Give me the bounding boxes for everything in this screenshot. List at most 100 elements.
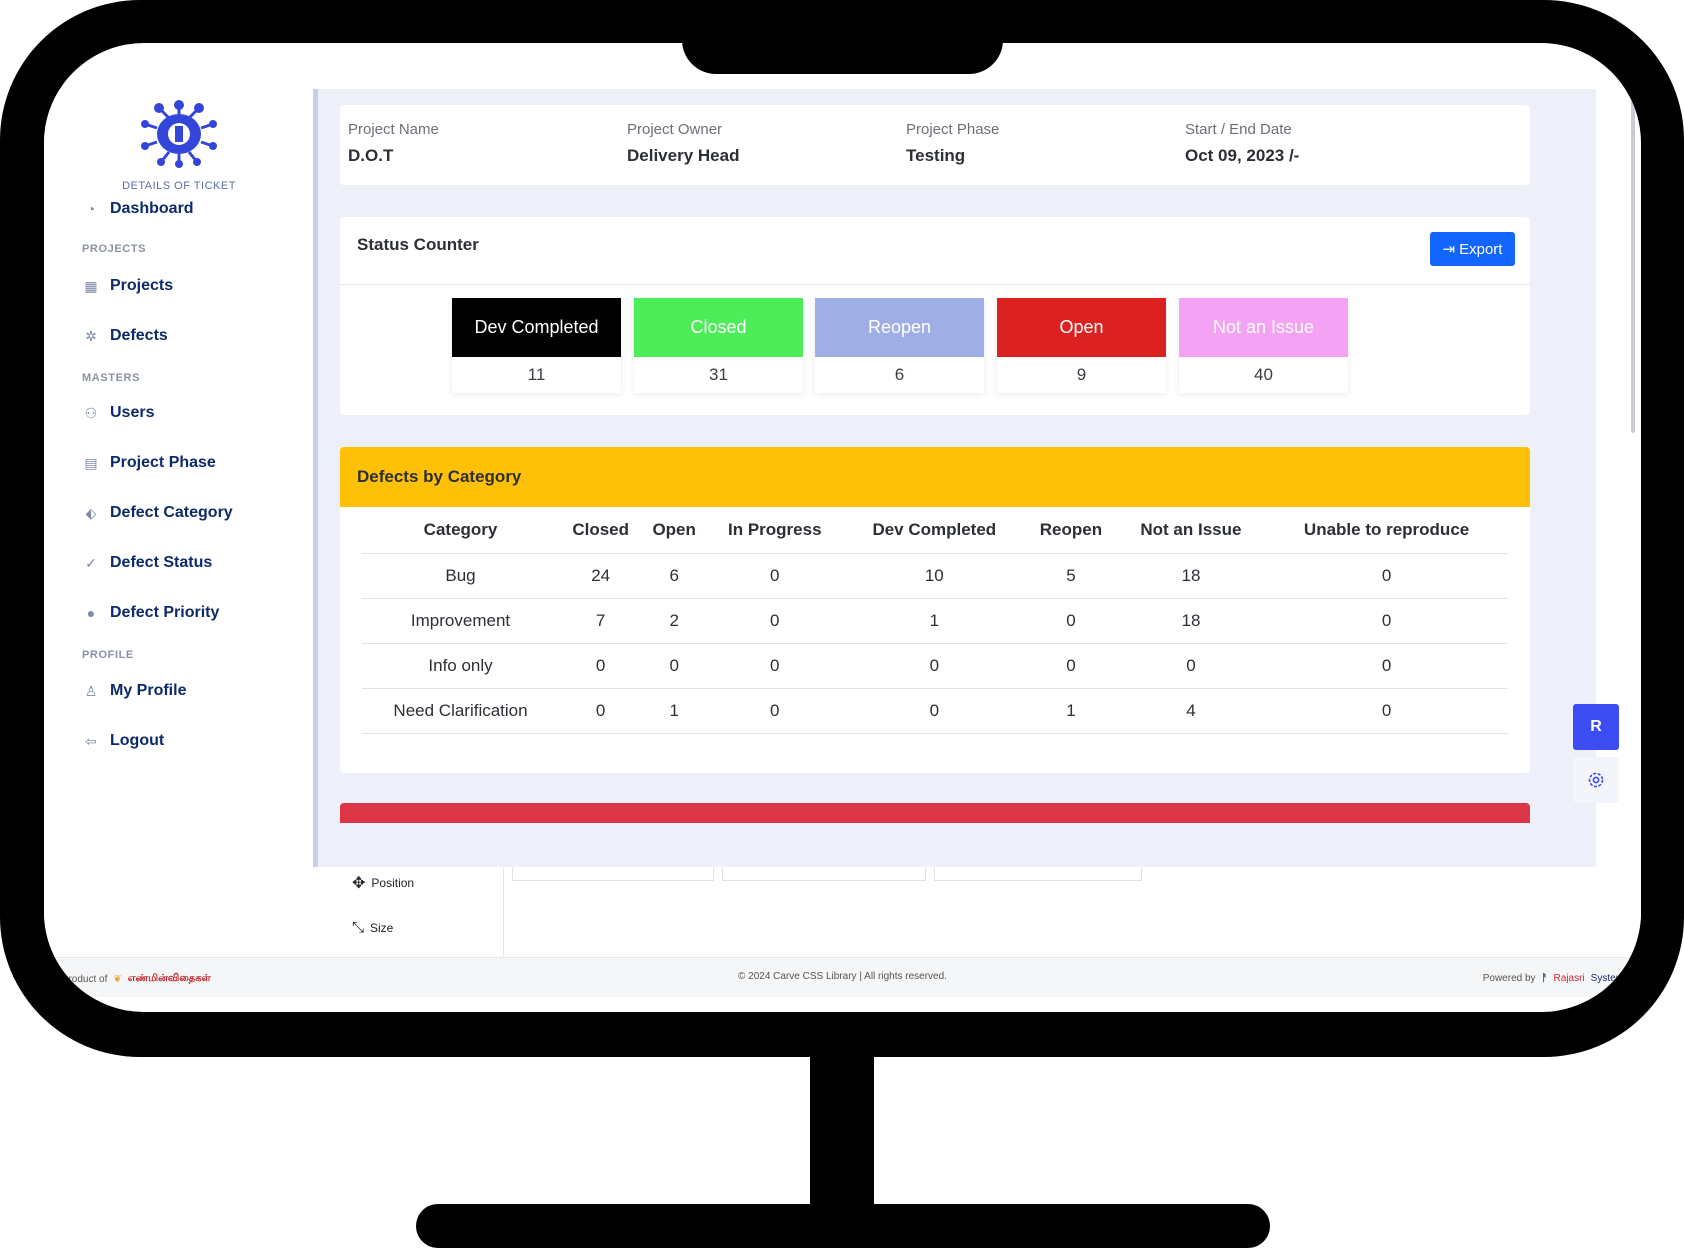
sidebar-item-defect-status[interactable]: ✓ Defect Status: [82, 554, 212, 572]
footer: A product of ❦ எண்மின்விதைகள் © 2024 Car…: [44, 957, 1641, 997]
table-cell: 5: [1025, 553, 1117, 599]
table-cell: 2: [642, 598, 707, 644]
table-cell: Info only: [362, 643, 560, 689]
position-option[interactable]: ✥ Position: [352, 873, 414, 893]
scrollbar-thumb[interactable]: [1631, 93, 1635, 433]
sidebar-item-users[interactable]: ⚇ Users: [82, 404, 155, 422]
table-cell: 1: [843, 598, 1026, 644]
priority-circle-icon: ●: [86, 605, 96, 621]
status-counter-title: Status Counter: [357, 235, 479, 254]
column-header: Unable to reproduce: [1265, 507, 1508, 554]
column-header: Open: [642, 507, 707, 554]
sidebar-section-masters: MASTERS: [82, 372, 140, 384]
table-cell: 0: [642, 643, 707, 689]
table-cell: 0: [1265, 598, 1508, 644]
lower-panel: ✥ Position ⤡ Size: [44, 867, 1641, 957]
table-cell: 4: [1116, 688, 1266, 734]
sidebar-item-label: Project Phase: [110, 454, 216, 471]
sidebar-section-profile: PROFILE: [82, 649, 134, 661]
table-cell: 0: [1116, 643, 1266, 689]
user-avatar-button[interactable]: R: [1573, 704, 1619, 750]
sidebar-item-projects[interactable]: ▦ Projects: [82, 277, 173, 295]
tab-stub: [512, 867, 714, 881]
column-header: Reopen: [1025, 507, 1117, 554]
status-tile[interactable]: Reopen 6: [815, 298, 984, 393]
column-header: In Progress: [706, 507, 844, 554]
status-tile-count: 6: [894, 365, 905, 384]
sidebar-item-label: Defect Priority: [110, 604, 220, 621]
project-name-label: Project Name: [348, 121, 439, 138]
main-content: Project Name D.O.T Project Owner Deliver…: [318, 89, 1596, 867]
table-cell: Need Clarification: [362, 688, 560, 734]
panel-divider: [503, 867, 504, 957]
sidebar-item-defect-category[interactable]: ⬖ Defect Category: [82, 504, 233, 522]
sidebar-item-label: Defects: [110, 327, 168, 344]
table-body: Bug 24 6 0 10 5 18 0 Improvement 7 2 0 1 0 18 0 Info onl…: [362, 553, 1508, 734]
sidebar-item-project-phase[interactable]: ▤ Project Phase: [82, 454, 216, 472]
table-cell: 0: [706, 688, 844, 734]
sidebar-item-label: Dashboard: [110, 200, 194, 217]
column-header: Closed: [559, 507, 643, 554]
table-cell: 1: [642, 688, 707, 734]
next-card-header: [340, 803, 1530, 823]
export-button[interactable]: ⇥ Export: [1430, 232, 1515, 266]
size-label: Size: [370, 920, 394, 935]
status-tile-count: 11: [527, 365, 546, 384]
sidebar-item-label: Projects: [110, 277, 174, 294]
status-tile-label: Open: [997, 298, 1166, 357]
status-counter-card: Status Counter ⇥ Export Dev Completed 11 C…: [340, 217, 1530, 415]
table-cell: 0: [559, 643, 643, 689]
tab-stub: [934, 867, 1142, 881]
settings-button[interactable]: [1573, 757, 1619, 803]
bug-logo-icon: [141, 100, 217, 168]
status-tile[interactable]: Dev Completed 11: [452, 298, 621, 393]
status-tile[interactable]: Closed 31: [634, 298, 803, 393]
footer-right-prefix: Powered by: [1482, 973, 1536, 984]
sidebar-section-projects: PROJECTS: [82, 243, 147, 255]
projects-board-icon: ▦: [84, 277, 98, 294]
defects-by-category-card: Defects by Category Category Closed Open In…: [340, 447, 1530, 773]
status-tile-label: Not an Issue: [1179, 298, 1348, 357]
project-dates: Start / End Date Oct 09, 2023 /-: [1185, 121, 1299, 166]
gear-icon: [1588, 772, 1604, 788]
export-icon: ⇥: [1442, 241, 1456, 258]
table-header-row: Category Closed Open In Progress Dev Complet…: [362, 507, 1508, 554]
sidebar-item-label: Logout: [110, 732, 165, 749]
sidebar-item-defect-priority[interactable]: ● Defect Priority: [82, 604, 220, 622]
sidebar-item-my-profile[interactable]: ♙ My Profile: [82, 682, 187, 700]
resize-icon: ⤡: [352, 919, 365, 936]
sidebar-item-label: Defect Category: [110, 504, 233, 521]
status-tile-count: 40: [1254, 365, 1273, 384]
status-tile-label: Reopen: [815, 298, 984, 357]
table-cell: 0: [559, 688, 643, 734]
table-cell: 0: [1025, 643, 1117, 689]
footer-right-brand-a: Rajasri: [1553, 973, 1585, 984]
table-cell: 10: [843, 553, 1026, 599]
project-dates-label: Start / End Date: [1185, 121, 1292, 138]
status-tile-label: Closed: [634, 298, 803, 357]
sidebar-item-label: My Profile: [110, 682, 187, 699]
status-tile-label: Dev Completed: [452, 298, 621, 357]
status-tile[interactable]: Open 9: [997, 298, 1166, 393]
project-owner-value: Delivery Head: [627, 146, 740, 165]
table-cell: 1: [1025, 688, 1117, 734]
table-row: Bug 24 6 0 10 5 18 0: [362, 553, 1508, 599]
sidebar-item-logout[interactable]: ⇦ Logout: [82, 732, 164, 750]
table-cell: 0: [843, 643, 1026, 689]
sidebar-item-dashboard[interactable]: ◔ Dashboard: [82, 200, 194, 218]
defects-by-category-table: Category Closed Open In Progress Dev Complet…: [362, 507, 1508, 734]
column-header: Dev Completed: [843, 507, 1026, 554]
move-arrows-icon: ✥: [352, 875, 366, 892]
position-label: Position: [371, 876, 415, 890]
table-cell: 6: [642, 553, 707, 599]
column-header: Category: [362, 507, 560, 554]
monitor-stand-base: [416, 1204, 1270, 1248]
user-icon: ♙: [84, 682, 98, 699]
size-option[interactable]: ⤡ Size: [352, 919, 393, 936]
project-dates-value: Oct 09, 2023 /-: [1185, 146, 1300, 165]
monitor-notch: [682, 40, 1003, 74]
status-tile[interactable]: Not an Issue 40: [1179, 298, 1348, 393]
tag-icon: ⬖: [85, 504, 97, 521]
logout-icon: ⇦: [85, 732, 97, 749]
sidebar-item-defects[interactable]: ✲ Defects: [82, 327, 168, 345]
